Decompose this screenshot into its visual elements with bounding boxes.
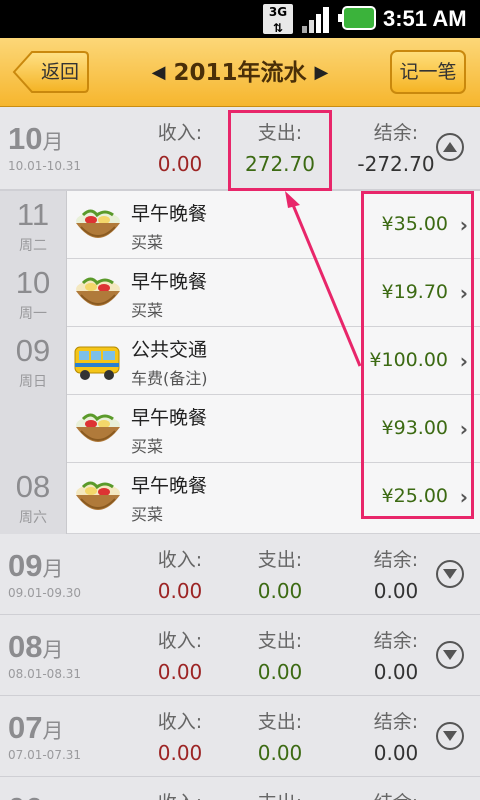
entry-amount: ¥100.00 [369, 349, 448, 371]
balance-summary: 结余: [338, 791, 454, 800]
bus-icon [74, 346, 120, 380]
month-label: 06月 [8, 791, 63, 800]
entry-note: 买菜 [131, 505, 164, 524]
expense-summary: 支出: 0.00 [257, 630, 303, 684]
income-summary: 收入: 0.00 [157, 122, 203, 176]
entry-amount: ¥19.70 [381, 281, 448, 303]
title-bar: 返回 ◀ 2011年流水 ▶ 记一笔 [0, 38, 480, 107]
triangle-left-icon[interactable]: ◀ [152, 39, 166, 107]
month-summary-june[interactable]: 06月 收入: 支出: 结余: [0, 777, 480, 800]
october-entries: 11 周二 10 周一 09 周日 08 周六 早午晚餐 买菜 ¥35.00 › 早午晚… [0, 191, 480, 534]
chevron-right-icon: › [459, 213, 468, 237]
battery-charging-icon [338, 6, 376, 30]
month-range: 09.01-09.30 [8, 586, 82, 600]
month-label: 10月 [8, 121, 64, 156]
month-summary-august[interactable]: 08月 08.01-08.31 收入: 0.00 支出: 0.00 结余: 0.00 [0, 615, 480, 697]
back-button-label: 返回 [40, 61, 79, 83]
list-item[interactable]: 公共交通 车费(备注) ¥100.00 › [67, 327, 480, 395]
status-bar: 3G ⇅ 3:51 AM [0, 0, 480, 38]
noodle-bowl-icon [76, 481, 120, 510]
entry-category: 早午晚餐 [131, 203, 208, 225]
entry-note: 买菜 [131, 233, 164, 252]
month-range: 08.01-08.31 [8, 667, 82, 681]
list-item[interactable]: 早午晚餐 买菜 ¥35.00 › [67, 191, 480, 259]
income-summary: 收入: [140, 791, 220, 800]
noodle-bowl-icon [76, 277, 120, 306]
noodle-bowl-icon [76, 209, 120, 238]
entry-note: 车费(备注) [131, 369, 208, 388]
entry-amount: ¥93.00 [381, 417, 448, 439]
page-title: 2011年流水 [173, 59, 307, 86]
chevron-right-icon: › [459, 485, 468, 509]
entry-category: 早午晚餐 [131, 475, 208, 497]
entry-note: 买菜 [131, 437, 164, 456]
expense-summary: 支出: [240, 791, 320, 800]
expense-summary: 支出: 0.00 [257, 711, 303, 765]
entry-amount: ¥35.00 [381, 213, 448, 235]
day-08: 08 周六 [0, 463, 67, 534]
entry-category: 早午晚餐 [131, 407, 208, 429]
day-09: 09 周日 [0, 327, 67, 463]
triangle-right-icon[interactable]: ▶ [315, 39, 329, 107]
add-record-button[interactable]: 记一笔 [390, 50, 466, 94]
back-button[interactable]: 返回 [12, 50, 90, 94]
income-summary: 收入: 0.00 [157, 630, 203, 684]
month-summary-july[interactable]: 07月 07.01-07.31 收入: 0.00 支出: 0.00 结余: 0.00 [0, 696, 480, 778]
day-11: 11 周二 [0, 191, 67, 259]
month-summary-october[interactable]: 10月 10.01-10.31 收入: 0.00 支出: 272.70 结余: -27… [0, 107, 480, 191]
expense-summary: 支出: 0.00 [257, 549, 303, 603]
income-summary: 收入: 0.00 [157, 711, 203, 765]
entry-category: 公共交通 [131, 339, 208, 361]
entry-note: 买菜 [131, 301, 164, 320]
year-selector: ◀ 2011年流水 ▶ [130, 38, 350, 106]
month-summary-september[interactable]: 09月 09.01-09.30 收入: 0.00 支出: 0.00 结余: 0.00 [0, 534, 480, 616]
chevron-right-icon: › [459, 349, 468, 373]
month-range: 10.01-10.31 [8, 159, 82, 173]
expand-icon[interactable] [436, 641, 464, 669]
chevron-right-icon: › [459, 281, 468, 305]
network-3g-icon: 3G ⇅ [263, 4, 293, 35]
day-10: 10 周一 [0, 259, 67, 327]
collapse-icon[interactable] [436, 133, 464, 161]
expand-icon[interactable] [436, 722, 464, 750]
list-item[interactable]: 早午晚餐 买菜 ¥93.00 › [67, 395, 480, 463]
chevron-right-icon: › [459, 417, 468, 441]
month-label: 09月 [8, 548, 64, 583]
clock: 3:51 AM [383, 6, 467, 31]
entry-category: 早午晚餐 [131, 271, 208, 293]
signal-strength-icon [302, 7, 329, 33]
noodle-bowl-icon [76, 413, 120, 442]
month-label: 08月 [8, 629, 64, 664]
month-label: 07月 [8, 710, 64, 745]
income-summary: 收入: 0.00 [157, 549, 203, 603]
entry-amount: ¥25.00 [381, 485, 448, 507]
list-item[interactable]: 早午晚餐 买菜 ¥25.00 › [67, 463, 480, 534]
list-item[interactable]: 早午晚餐 买菜 ¥19.70 › [67, 259, 480, 327]
month-range: 07.01-07.31 [8, 748, 82, 762]
expand-icon[interactable] [436, 560, 464, 588]
expense-summary: 支出: 272.70 [245, 122, 315, 176]
